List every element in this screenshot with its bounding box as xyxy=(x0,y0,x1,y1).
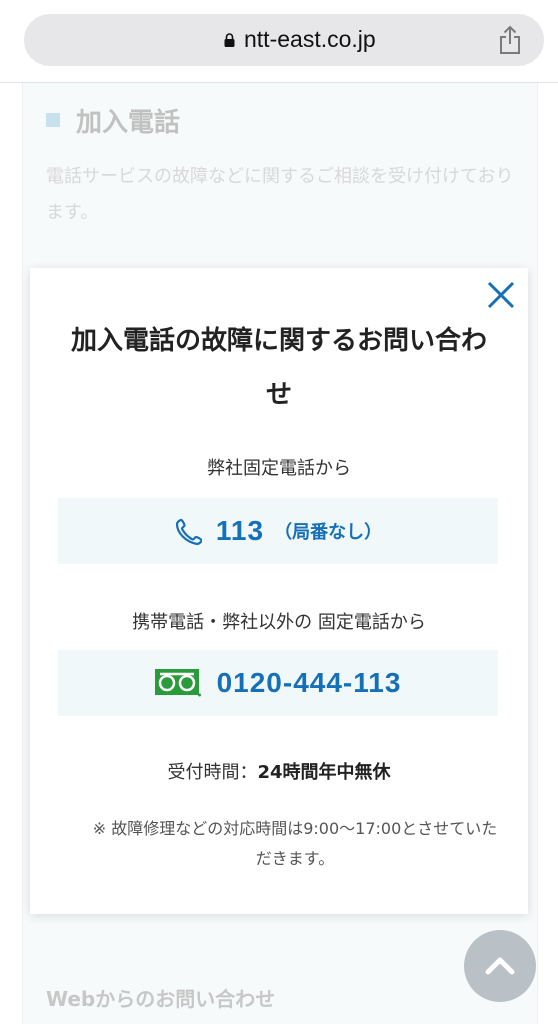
share-icon[interactable] xyxy=(498,25,522,55)
address-bar[interactable]: ntt-east.co.jp xyxy=(24,14,544,66)
browser-toolbar: ntt-east.co.jp xyxy=(0,0,558,83)
close-icon[interactable] xyxy=(486,280,516,310)
own-line-note: （局番なし） xyxy=(274,522,383,543)
phone-icon xyxy=(175,518,202,545)
modal-title: 加入電話の故障に関するお問い合わせ xyxy=(70,326,487,410)
hours-value: 24時間年中無休 xyxy=(257,762,391,783)
url-text: ntt-east.co.jp xyxy=(244,26,376,52)
other-line-label: 携帯電話・弊社以外の 固定電話から xyxy=(132,612,426,633)
freedial-number: 0120-444-113 xyxy=(216,667,402,698)
lock-icon xyxy=(224,33,235,47)
hours-label: 受付時間： xyxy=(167,762,258,783)
repair-hours-note: ※ 故障修理などの対応時間は9:00〜17:00とさせていただきます。 xyxy=(92,819,498,868)
business-hours: 受付時間：24時間年中無休 xyxy=(30,758,528,784)
contact-modal: 加入電話の故障に関するお問い合わせ 弊社固定電話から 113 （局番なし） 携帯… xyxy=(30,268,528,914)
own-line-phone-button[interactable]: 113 （局番なし） xyxy=(58,498,498,564)
chevron-up-icon xyxy=(485,957,515,975)
own-line-label: 弊社固定電話から xyxy=(207,458,351,479)
scroll-to-top-button[interactable] xyxy=(464,930,536,1002)
freedial-icon xyxy=(154,669,201,697)
own-line-number: 113 xyxy=(215,515,265,546)
freedial-phone-button[interactable]: 0120-444-113 xyxy=(58,650,498,716)
